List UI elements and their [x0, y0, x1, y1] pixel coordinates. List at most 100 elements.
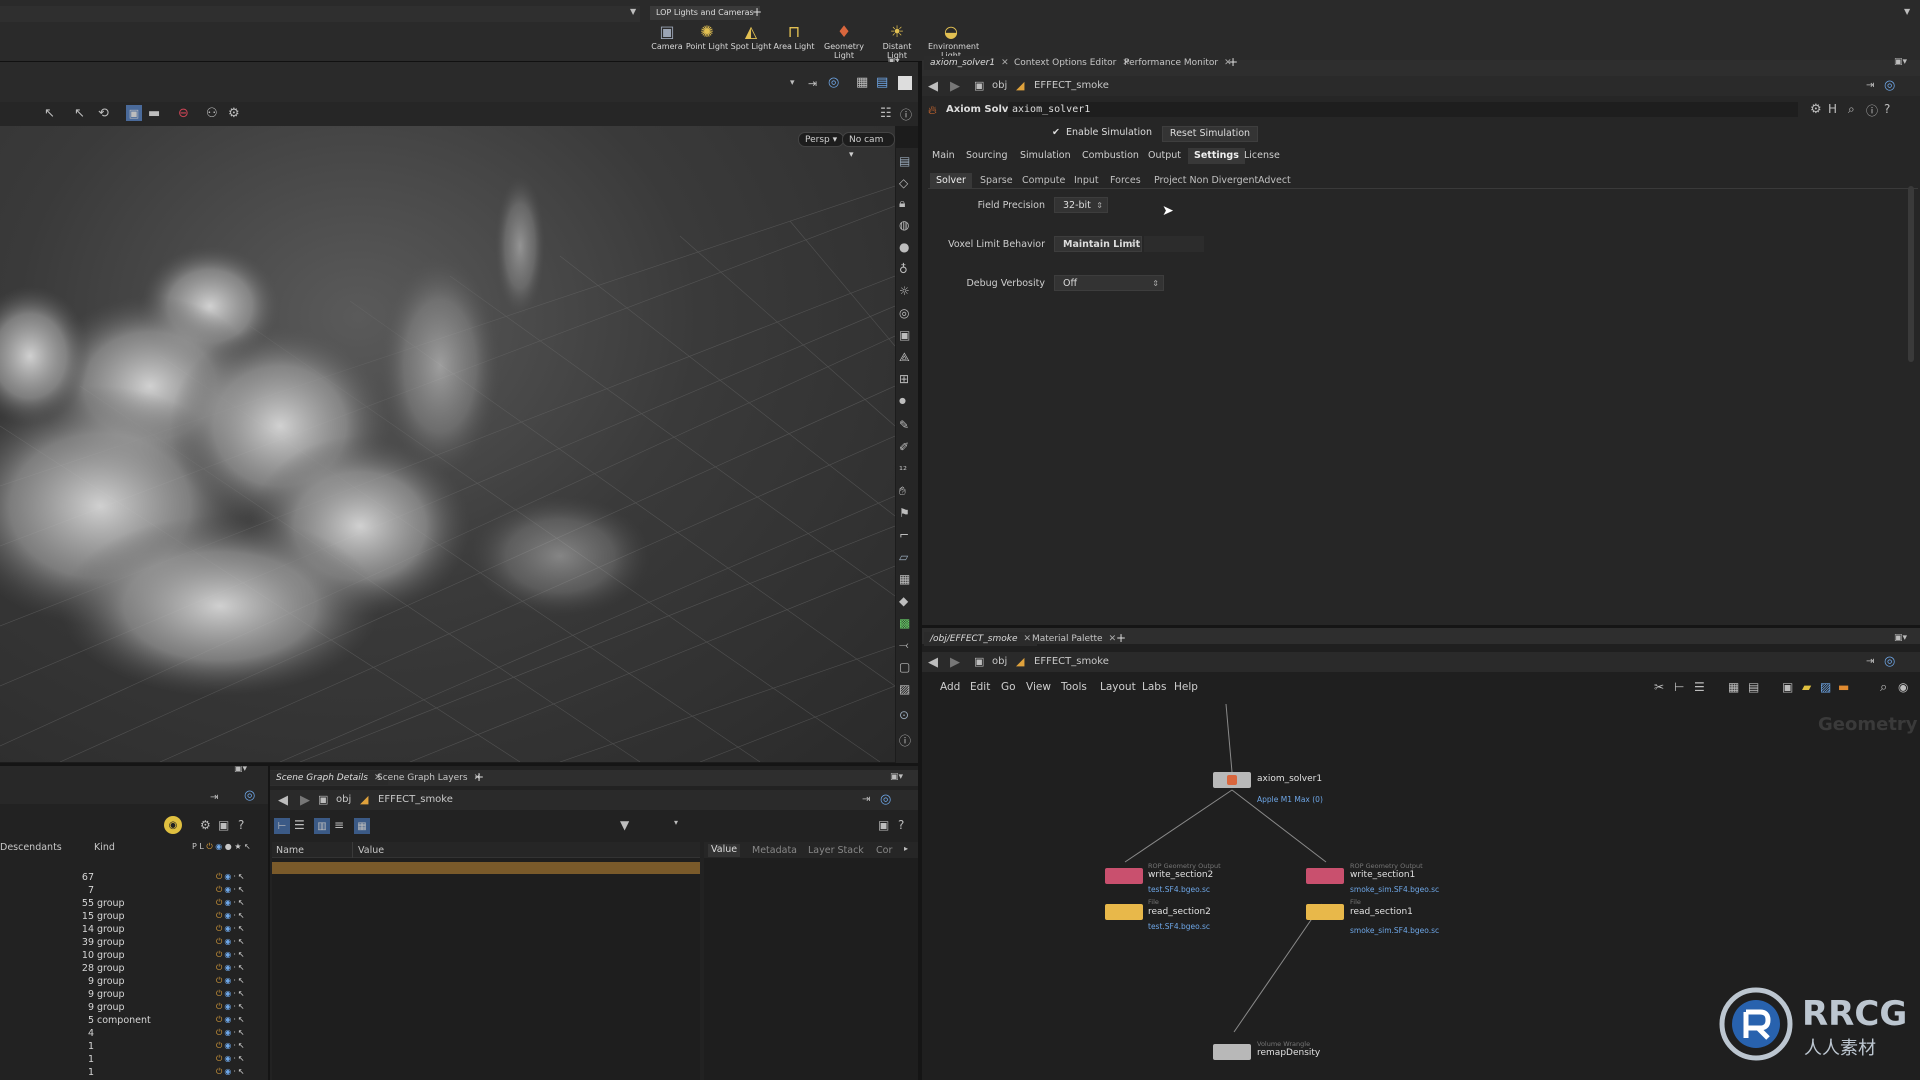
- add-tab-icon[interactable]: +: [1228, 55, 1238, 69]
- menu-go[interactable]: Go: [1001, 681, 1016, 693]
- pane-menu-icon[interactable]: ▣▾: [890, 772, 903, 782]
- add-tab-icon[interactable]: +: [474, 770, 484, 784]
- tab-output[interactable]: Output: [1142, 148, 1187, 164]
- help-icon[interactable]: ?: [1884, 102, 1890, 116]
- descendants-header[interactable]: Descendants: [0, 842, 62, 853]
- shelf-dropdown-icon[interactable]: ▼: [630, 7, 636, 16]
- pencil-icon[interactable]: ✐: [899, 440, 909, 454]
- network-box-icon[interactable]: ▣: [1782, 680, 1793, 694]
- field-precision-menu[interactable]: 32-bit ⇕: [1054, 197, 1108, 213]
- tab-layer-stack[interactable]: Layer Stack: [808, 845, 864, 856]
- subtab-solver[interactable]: Solver: [930, 173, 972, 188]
- menu-add[interactable]: Add: [940, 681, 960, 693]
- tab-main[interactable]: Main: [926, 148, 961, 164]
- pin-icon[interactable]: ⇥: [1866, 80, 1874, 91]
- list-view-icon[interactable]: ☰: [294, 818, 305, 832]
- tree-row[interactable]: 5 component ⏻◉·↖: [0, 1015, 265, 1028]
- subtab-advect[interactable]: Advect: [1252, 173, 1297, 188]
- snapshot-icon[interactable]: ▤: [876, 75, 888, 90]
- path-obj[interactable]: obj: [992, 80, 1007, 91]
- chevron-down-icon[interactable]: ▾: [674, 818, 678, 827]
- node-read-section2[interactable]: [1105, 904, 1143, 920]
- tree-row[interactable]: 15 group ⏻◉·↖: [0, 911, 265, 924]
- reset-simulation-button[interactable]: Reset Simulation: [1162, 126, 1258, 142]
- wrench-icon[interactable]: ✂: [1654, 680, 1664, 694]
- camera-view-icon[interactable]: ◎: [899, 306, 909, 320]
- subtab-forces[interactable]: Forces: [1104, 173, 1147, 188]
- hand-icon[interactable]: ✋︎: [899, 484, 906, 499]
- shelf-tool-spot-light[interactable]: ◭ Spot Light: [728, 22, 774, 51]
- camera-icon[interactable]: ▣: [878, 818, 889, 832]
- tree-row[interactable]: 1 ⏻◉·↖: [0, 1041, 265, 1054]
- node-read-section1[interactable]: [1306, 904, 1344, 920]
- camera-menu[interactable]: No cam ▾: [842, 132, 895, 160]
- background-toggle-icon[interactable]: [898, 76, 912, 90]
- tree-row-flags[interactable]: ⏻◉·↖: [216, 963, 247, 973]
- node-name-field[interactable]: axiom_solver1: [1008, 102, 1798, 117]
- table-row-selected[interactable]: [272, 862, 700, 874]
- tree-row-flags[interactable]: ⏻◉·↖: [216, 898, 247, 908]
- point-icon[interactable]: ●: [899, 396, 906, 405]
- tab-license[interactable]: License: [1238, 148, 1286, 164]
- tree-row[interactable]: 10 group ⏻◉·↖: [0, 950, 265, 963]
- scene-graph-tree[interactable]: ◉ ⚙ ▣ ? Descendants Kind P L ⏻ ◉ ● ★ ↖ 6…: [0, 804, 268, 1080]
- search-icon[interactable]: ⌕: [1848, 102, 1855, 117]
- layers-icon[interactable]: ▢: [899, 660, 910, 674]
- help-icon[interactable]: ?: [238, 818, 244, 832]
- tree-row-flags[interactable]: ⏻◉·↖: [216, 911, 247, 921]
- node-axiom-solver[interactable]: [1213, 772, 1251, 788]
- settings-icon[interactable]: ⚙: [228, 106, 240, 121]
- tab-obj-effect-smoke[interactable]: /obj/EFFECT_smoke ✕: [924, 632, 1038, 646]
- forward-arrow-icon[interactable]: ▶: [300, 793, 310, 808]
- snap-grid-icon[interactable]: ⊞: [899, 372, 909, 386]
- kind-header[interactable]: Kind: [94, 842, 115, 853]
- tree-row[interactable]: 14 group ⏻◉·↖: [0, 924, 265, 937]
- pane-menu-icon[interactable]: ▣▾: [1894, 633, 1907, 643]
- tree-row[interactable]: 55 group ⏻◉·↖: [0, 898, 265, 911]
- display-options-icon[interactable]: ▦: [856, 75, 868, 90]
- link-icon[interactable]: ◎: [244, 788, 255, 803]
- back-arrow-icon[interactable]: ◀: [928, 79, 938, 94]
- enable-simulation-toggle[interactable]: ✔ Enable Simulation: [1052, 127, 1152, 138]
- transform-tool-icon[interactable]: ↖: [74, 106, 85, 121]
- tree-row-flags[interactable]: ⏻◉·↖: [216, 1041, 247, 1051]
- info-icon[interactable]: ⓘ: [1866, 102, 1878, 119]
- voxel-limit-menu[interactable]: Maintain Limit ⇕: [1054, 236, 1142, 252]
- debug-verbosity-menu[interactable]: Off ⇕: [1054, 275, 1164, 291]
- snap-icon[interactable]: ⚇: [206, 106, 218, 121]
- pin-icon[interactable]: ⇥: [210, 792, 218, 803]
- scene-viewport[interactable]: Persp ▾ No cam ▾: [0, 126, 895, 762]
- ruler-icon[interactable]: ⌐: [899, 528, 909, 542]
- rows-icon[interactable]: ≡: [334, 818, 344, 832]
- pin-icon[interactable]: ⇥: [1866, 656, 1874, 667]
- menu-edit[interactable]: Edit: [970, 681, 990, 693]
- palette-icon[interactable]: ▬: [1838, 680, 1849, 694]
- tree-icon[interactable]: ⊢: [1674, 680, 1684, 694]
- tree-row[interactable]: 9 group ⏻◉·↖: [0, 976, 265, 989]
- tree-row[interactable]: 9 group ⏻◉·↖: [0, 1002, 265, 1015]
- vertical-splitter[interactable]: [918, 62, 922, 1080]
- branch-icon[interactable]: ⤙: [899, 638, 909, 653]
- tree-row[interactable]: 28 group ⏻◉·↖: [0, 963, 265, 976]
- gear-icon[interactable]: ⚙: [200, 818, 211, 832]
- back-arrow-icon[interactable]: ◀: [278, 793, 288, 808]
- tree-row-flags[interactable]: ⏻◉·↖: [216, 885, 247, 895]
- tree-row[interactable]: 9 group ⏻◉·↖: [0, 989, 265, 1002]
- table-icon[interactable]: ▦: [354, 818, 370, 834]
- link-icon[interactable]: ◎: [880, 792, 891, 807]
- tree-row-flags[interactable]: ⏻◉·↖: [216, 989, 247, 999]
- search-icon[interactable]: ⌕: [1880, 680, 1887, 695]
- forward-arrow-icon[interactable]: ▶: [950, 655, 960, 670]
- help-hints-icon[interactable]: H: [1828, 102, 1837, 116]
- help-icon[interactable]: ?: [898, 818, 904, 832]
- tree-row-flags[interactable]: ⏻◉·↖: [216, 1067, 247, 1077]
- tab-scene-graph-layers[interactable]: Scene Graph Layers ✕: [371, 771, 487, 785]
- shelf-menu-icon[interactable]: ▼: [1904, 7, 1910, 16]
- subtab-sparse[interactable]: Sparse: [974, 173, 1019, 188]
- image-icon[interactable]: ▨: [1820, 680, 1831, 694]
- details-table[interactable]: Name Value: [272, 842, 700, 1080]
- tab-material-palette[interactable]: Material Palette ✕: [1026, 632, 1122, 646]
- menu-help[interactable]: Help: [1174, 681, 1198, 693]
- node-write-section2[interactable]: [1105, 868, 1143, 884]
- chevron-down-icon[interactable]: ▾: [790, 78, 795, 88]
